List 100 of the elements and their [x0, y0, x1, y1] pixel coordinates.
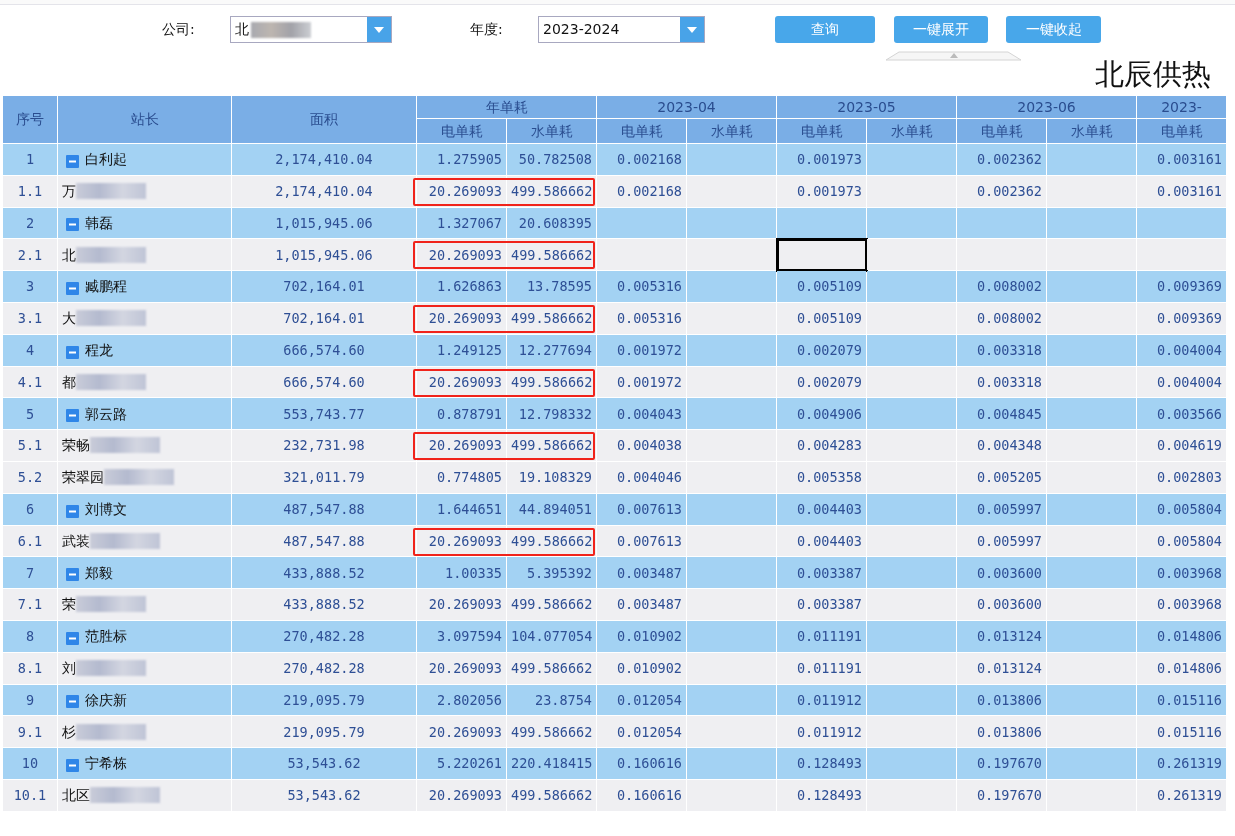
table-cell: 0.002362	[956, 175, 1047, 208]
table-cell: 0.010902	[596, 652, 687, 685]
table-cell: 1.00335	[416, 556, 507, 589]
column-header: 水单耗	[866, 119, 957, 144]
table-cell: 0.001972	[596, 366, 687, 398]
action-button[interactable]: 查询	[775, 16, 875, 43]
table-cell: 0.002079	[776, 366, 867, 398]
station-name: 武装	[62, 532, 90, 549]
table-cell: 12.277694	[506, 334, 597, 367]
table-cell: 0.004043	[596, 397, 687, 430]
table-cell: 1.626863	[416, 270, 507, 303]
table-cell: 0.005109	[776, 302, 867, 335]
table-cell: 0.012054	[596, 684, 687, 716]
table-cell: 0.004004	[1136, 366, 1227, 398]
column-group-header: 年单耗	[416, 95, 597, 119]
action-button[interactable]: 一键收起	[1006, 16, 1101, 43]
table-cell: 8	[2, 620, 58, 653]
table-cell: 321,011.79	[231, 461, 417, 494]
station-name: 杉	[62, 723, 76, 740]
table-cell: 5.395392	[506, 556, 597, 589]
table-cell: 2,174,410.04	[231, 143, 417, 176]
table-cell: 0.005804	[1136, 525, 1227, 557]
station-name: 荣畅	[62, 437, 90, 454]
table-cell: 0.013806	[956, 715, 1047, 748]
station-name: 大	[62, 310, 76, 327]
table-cell: 1.644651	[416, 493, 507, 526]
selected-cell[interactable]	[776, 238, 867, 271]
table-cell: 0.160616	[596, 779, 687, 812]
table-cell: 0.261319	[1136, 747, 1227, 780]
column-group-header: 2023-05	[776, 95, 957, 119]
dropdown-arrow-icon	[687, 26, 697, 33]
field-value: 北	[235, 20, 249, 39]
table-cell: 0.009369	[1136, 302, 1227, 335]
table-cell: 0.011191	[776, 652, 867, 685]
station-name: 范胜标	[85, 628, 127, 645]
table-cell: 0.003968	[1136, 588, 1227, 621]
table-cell: 433,888.52	[231, 588, 417, 621]
table-cell: 4.1	[2, 366, 58, 398]
table-cell: 499.586662	[506, 652, 597, 685]
table-cell: 44.894051	[506, 493, 597, 526]
station-name: 万	[62, 183, 76, 200]
table-cell: 0.003600	[956, 556, 1047, 589]
field-label: 公司:	[162, 20, 196, 39]
station-name: 荣	[62, 596, 76, 613]
table-cell: 12.798332	[506, 397, 597, 430]
action-button[interactable]: 一键展开	[894, 16, 988, 43]
table-cell: 702,164.01	[231, 270, 417, 303]
table-cell: 0.004004	[1136, 334, 1227, 367]
table-cell: 0.005358	[776, 461, 867, 494]
table-cell: 232,731.98	[231, 429, 417, 462]
table-cell: 0.005205	[956, 461, 1047, 494]
station-name: 宁希栋	[85, 755, 127, 772]
table-cell: 0.013124	[956, 620, 1047, 653]
table-cell: 0.011912	[776, 684, 867, 716]
table-cell: 53,543.62	[231, 779, 417, 812]
table-cell: 2.802056	[416, 684, 507, 716]
table-cell: 0.001972	[596, 334, 687, 367]
table-cell: 0.004348	[956, 429, 1047, 462]
table-cell: 0.007613	[596, 525, 687, 557]
table-cell: 23.8754	[506, 684, 597, 716]
table-cell: 0.197670	[956, 747, 1047, 780]
table-cell: 1.275905	[416, 143, 507, 176]
dropdown-field[interactable]: 2023-2024	[538, 16, 705, 43]
station-name: 韩磊	[85, 214, 113, 231]
column-header: 水单耗	[686, 119, 777, 144]
table-cell: 0.003600	[956, 588, 1047, 621]
table-cell: 0.014806	[1136, 652, 1227, 685]
table-cell: 5	[2, 397, 58, 430]
table-cell: 2,174,410.04	[231, 175, 417, 208]
table-cell: 0.001973	[776, 175, 867, 208]
table-cell: 1,015,945.06	[231, 207, 417, 239]
table-cell: 19.108329	[506, 461, 597, 494]
table-cell: 20.269093	[416, 715, 507, 748]
table-cell: 666,574.60	[231, 366, 417, 398]
station-name: 刘博文	[85, 501, 127, 518]
table-cell: 499.586662	[506, 715, 597, 748]
table-cell: 0.011912	[776, 715, 867, 748]
column-header: 水单耗	[506, 119, 597, 144]
dropdown-field[interactable]: 北	[230, 16, 392, 43]
table-cell: 20.269093	[416, 779, 507, 812]
table-cell: 1.1	[2, 175, 58, 208]
table-cell: 0.002362	[956, 143, 1047, 176]
table-cell: 50.782508	[506, 143, 597, 176]
table-cell: 2.1	[2, 238, 58, 271]
table-cell: 0.003487	[596, 556, 687, 589]
table-cell: 0.005316	[596, 302, 687, 335]
table-cell: 0.003318	[956, 366, 1047, 398]
table-cell: 0.774805	[416, 461, 507, 494]
table-cell: 0.003387	[776, 588, 867, 621]
table-cell: 433,888.52	[231, 556, 417, 589]
table-cell: 0.003487	[596, 588, 687, 621]
station-name: 徐庆新	[85, 691, 127, 708]
station-name: 都	[62, 373, 76, 390]
station-name: 程龙	[85, 342, 113, 359]
table-cell: 53,543.62	[231, 747, 417, 780]
table-cell: 487,547.88	[231, 525, 417, 557]
table-cell: 6.1	[2, 525, 58, 557]
table-cell: 0.015116	[1136, 684, 1227, 716]
table-cell: 0.002803	[1136, 461, 1227, 494]
table-cell: 0.003387	[776, 556, 867, 589]
